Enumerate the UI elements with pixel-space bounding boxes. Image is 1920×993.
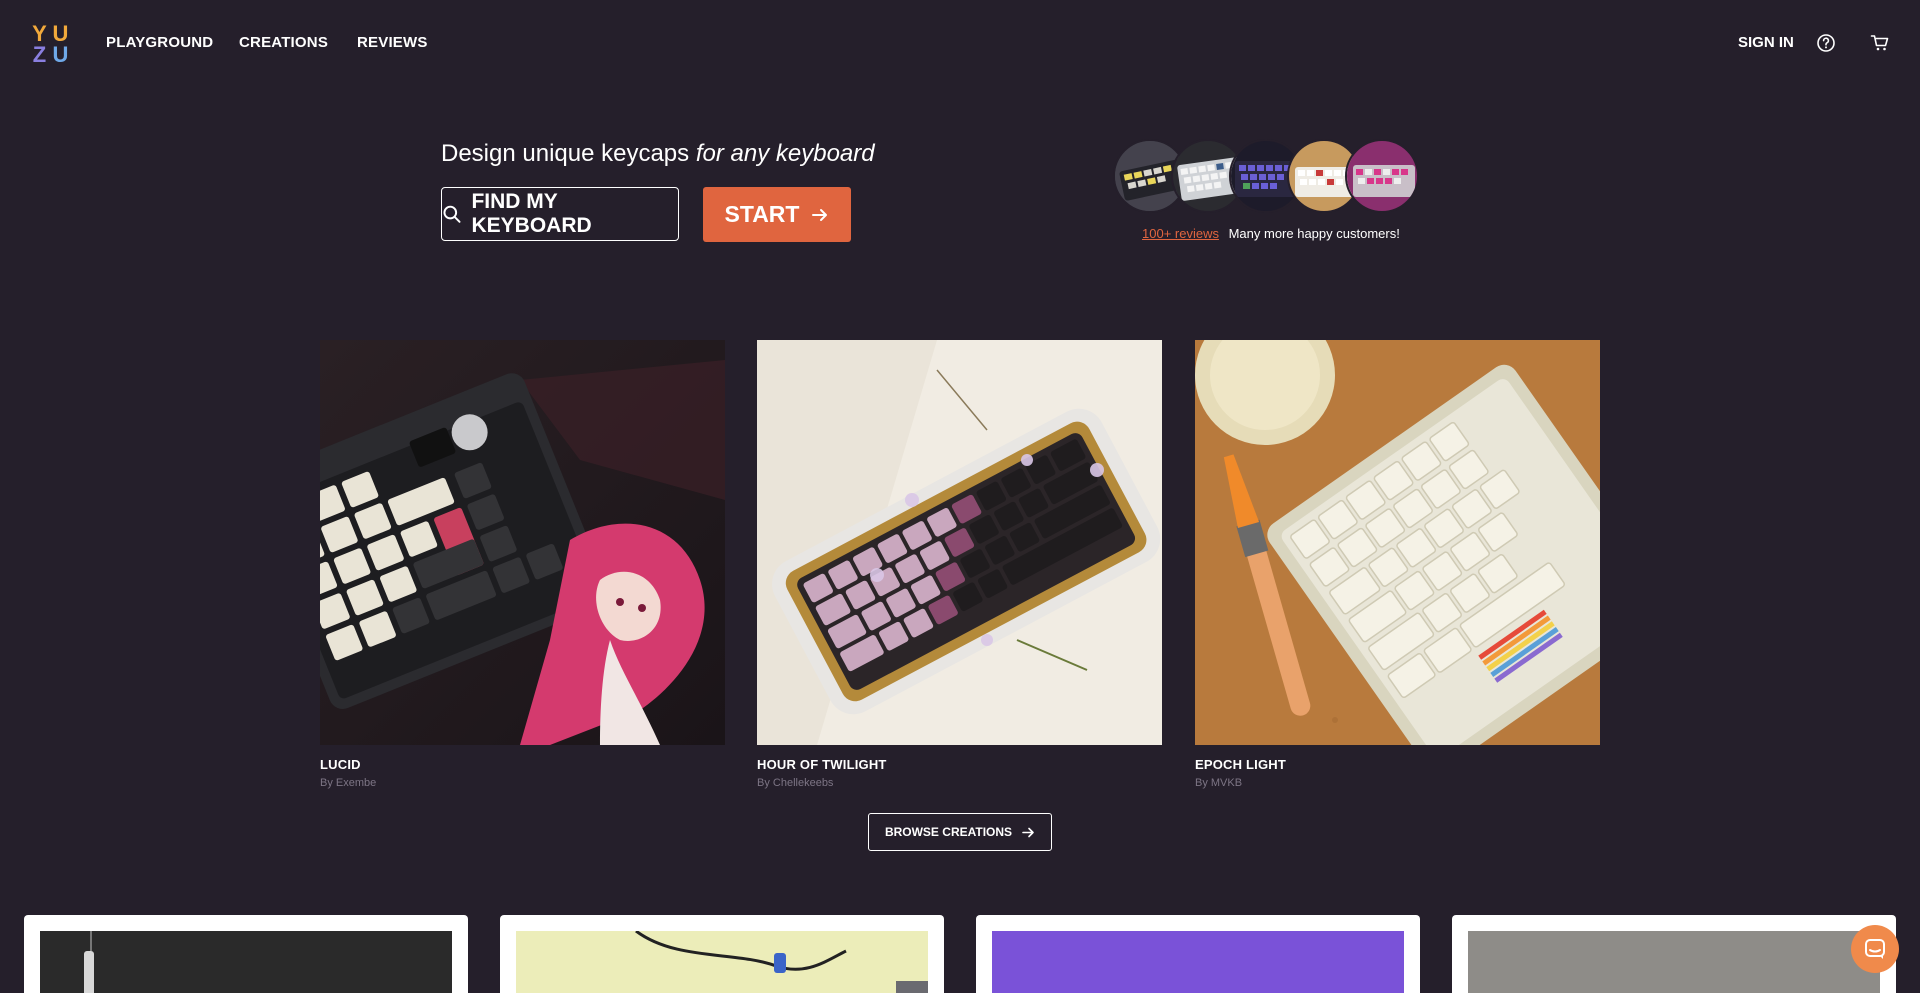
start-button-label: START bbox=[724, 201, 800, 227]
hero-title-main: Design unique keycaps bbox=[441, 140, 696, 167]
chat-launcher-button[interactable] bbox=[1851, 925, 1899, 973]
creation-image[interactable] bbox=[320, 340, 725, 745]
review-card[interactable] bbox=[24, 915, 468, 993]
hero-title-emphasis: for any keyboard bbox=[695, 140, 875, 167]
logo-letter-y: Y bbox=[32, 21, 47, 46]
start-button[interactable]: START bbox=[703, 187, 851, 242]
customer-avatars bbox=[1113, 139, 1429, 214]
logo-letter-u: U bbox=[52, 21, 69, 46]
reviews-link[interactable]: 100+ reviews bbox=[1142, 226, 1219, 241]
nav-playground[interactable]: PLAYGROUND bbox=[106, 34, 213, 51]
arrow-right-icon bbox=[812, 208, 828, 221]
customer-avatar bbox=[1345, 139, 1419, 213]
creation-image[interactable] bbox=[1195, 340, 1600, 745]
logo-letter-u2: U bbox=[52, 42, 69, 67]
nav-reviews[interactable]: REVIEWS bbox=[357, 34, 428, 51]
search-icon bbox=[443, 205, 461, 223]
creation-card[interactable]: HOUR OF TWILIGHT By Chellekeebs bbox=[757, 340, 1162, 789]
creation-card[interactable]: EPOCH LIGHT By MVKB bbox=[1195, 340, 1600, 789]
creation-image[interactable] bbox=[757, 340, 1162, 745]
cart-icon[interactable] bbox=[1870, 33, 1890, 53]
browse-creations-button[interactable]: BROWSE CREATIONS bbox=[868, 813, 1052, 851]
arrow-right-icon bbox=[1022, 827, 1034, 837]
creation-author: By Exembe bbox=[320, 777, 377, 789]
chat-icon bbox=[1865, 939, 1885, 959]
review-card[interactable] bbox=[1452, 915, 1896, 993]
find-my-keyboard-button[interactable]: FIND MY KEYBOARD bbox=[441, 187, 679, 241]
creation-card[interactable]: LUCID By Exembe bbox=[320, 340, 725, 789]
nav-creations[interactable]: CREATIONS bbox=[239, 34, 328, 51]
logo-letter-z: Z bbox=[32, 42, 47, 67]
creation-title[interactable]: LUCID bbox=[320, 757, 725, 772]
creation-author: By Chellekeebs bbox=[757, 777, 834, 789]
review-card[interactable] bbox=[976, 915, 1420, 993]
page: Y U Z U PLAYGROUND CREATIONS REVIEWS SIG… bbox=[0, 0, 1920, 993]
browse-button-label: BROWSE CREATIONS bbox=[884, 825, 1013, 839]
review-image bbox=[40, 931, 452, 993]
creation-title[interactable]: HOUR OF TWILIGHT bbox=[757, 757, 1162, 772]
yuzu-logo[interactable]: Y U Z U bbox=[29, 21, 71, 67]
help-icon[interactable] bbox=[1816, 33, 1836, 53]
review-image bbox=[992, 931, 1404, 993]
reviews-summary: 100+ reviews Many more happy customers! bbox=[1142, 226, 1400, 241]
creation-author: By MVKB bbox=[1195, 777, 1243, 789]
review-card[interactable] bbox=[500, 915, 944, 993]
sign-in-link[interactable]: SIGN IN bbox=[1738, 34, 1794, 51]
review-image bbox=[516, 931, 928, 993]
find-button-label: FIND MY KEYBOARD bbox=[471, 190, 592, 237]
reviews-tagline: Many more happy customers! bbox=[1228, 226, 1400, 241]
creation-title[interactable]: EPOCH LIGHT bbox=[1195, 757, 1600, 772]
review-image bbox=[1468, 931, 1880, 993]
site-header: Y U Z U PLAYGROUND CREATIONS REVIEWS SIG… bbox=[0, 0, 1920, 88]
hero-title: Design unique keycaps for any keyboard bbox=[441, 140, 875, 168]
